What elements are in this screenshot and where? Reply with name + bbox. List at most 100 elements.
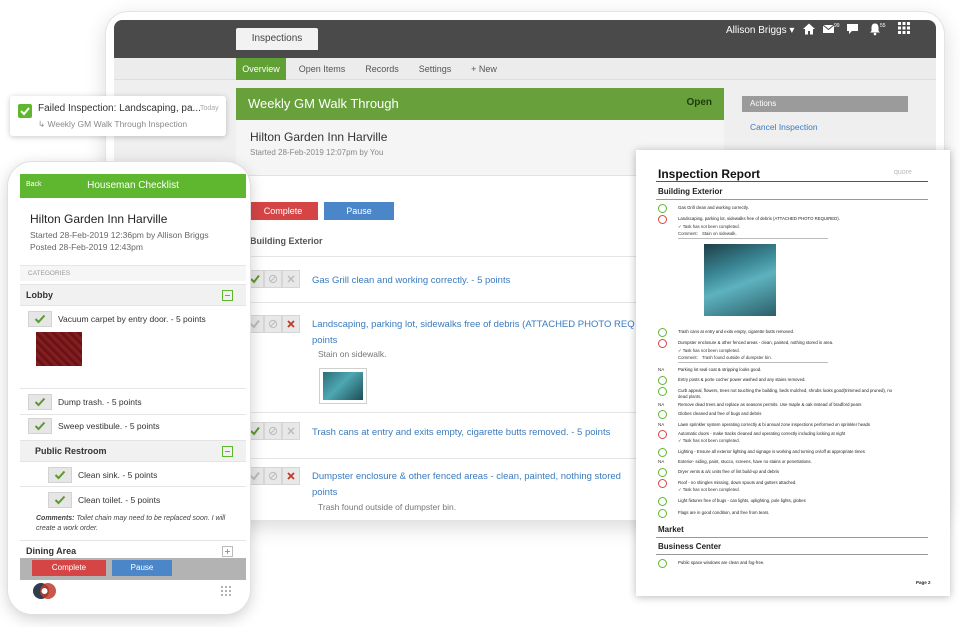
- check-icon[interactable]: [28, 394, 52, 410]
- divider: [20, 388, 246, 389]
- categories-label: CATEGORIES: [28, 270, 71, 277]
- pass-icon: [658, 204, 667, 213]
- mobile-device: Back Houseman Checklist Hilton Garden In…: [8, 162, 250, 614]
- report-row: Dryer vents & a/c units free of lint bui…: [658, 468, 928, 479]
- pass-icon: [658, 387, 667, 396]
- comment-label: Comments:: [36, 515, 75, 522]
- pass-icon: [658, 497, 667, 506]
- block-icon[interactable]: [264, 270, 282, 288]
- checklist-item[interactable]: Sweep vestibule. - 5 points: [58, 421, 160, 431]
- divider: [20, 414, 246, 415]
- x-icon[interactable]: [282, 422, 300, 440]
- block-icon[interactable]: [264, 467, 282, 485]
- report-row-text: Automatic doors - make tracks cleaned an…: [678, 431, 846, 436]
- check-icon[interactable]: [28, 311, 52, 327]
- checklist-item[interactable]: Clean sink. - 5 points: [78, 470, 157, 480]
- pass-icon: [658, 448, 667, 457]
- comment-text: Stain on sidewalk.: [702, 231, 737, 236]
- report-row: Entry posts & porte cocher power washed …: [658, 376, 928, 387]
- report-title: Inspection Report: [658, 167, 761, 181]
- block-icon[interactable]: [264, 315, 282, 333]
- grid-icon[interactable]: [220, 585, 232, 597]
- item-text[interactable]: Trash cans at entry and exits empty, cig…: [312, 425, 610, 440]
- comment-line: Comment: Trash found outside of dumpster …: [678, 355, 828, 363]
- report-row-text: Parking lot seal coat & stripping looks …: [678, 367, 762, 372]
- photo-thumbnail[interactable]: [320, 369, 366, 403]
- comment-label: Comment:: [678, 231, 698, 236]
- checklist-item[interactable]: Vacuum carpet by entry door. - 5 points: [58, 314, 206, 324]
- grid-icon[interactable]: [898, 22, 914, 38]
- started-line: Started 28-Feb-2019 12:36pm by Allison B…: [30, 230, 209, 240]
- app-logo-icon[interactable]: [32, 582, 56, 600]
- task-note: ✓ Task has not been completed.: [678, 438, 740, 443]
- report-row: Light fixtures free of bugs - can lights…: [658, 497, 928, 508]
- user-menu[interactable]: Allison Briggs ▾: [726, 25, 794, 36]
- app-tab-inspections[interactable]: Inspections: [236, 28, 318, 50]
- tab-records[interactable]: Records: [358, 58, 406, 80]
- check-icon[interactable]: [48, 467, 72, 483]
- tab-new[interactable]: + New: [464, 58, 504, 80]
- section-label: Dining Area: [26, 546, 77, 556]
- report-row-text: Flags are in good condition, and free fr…: [678, 510, 770, 515]
- item-state-buttons: [246, 422, 300, 440]
- pause-button[interactable]: Pause: [112, 560, 172, 576]
- started-line: Started 28-Feb-2019 12:07pm by You: [250, 148, 384, 157]
- location-name: Hilton Garden Inn Harville: [250, 130, 388, 144]
- complete-button[interactable]: Complete: [32, 560, 106, 576]
- task-note: ✓ Task has not been completed.: [678, 348, 740, 353]
- complete-button[interactable]: Complete: [248, 202, 318, 220]
- item-state-buttons: [246, 315, 300, 333]
- x-icon[interactable]: [282, 467, 300, 485]
- x-icon[interactable]: [282, 315, 300, 333]
- mobile-title: Houseman Checklist: [87, 180, 179, 191]
- report-row: Public space windows are clean and fog-f…: [658, 559, 928, 570]
- report-row-text: Trash cans at entry and exits empty, cig…: [678, 329, 795, 334]
- report-row-text: Lawn sprinkler system operating correctl…: [678, 422, 871, 427]
- section-lobby[interactable]: Lobby: [20, 284, 246, 306]
- section-public-restroom[interactable]: Public Restroom: [20, 440, 246, 462]
- tab-overview[interactable]: Overview: [236, 58, 286, 80]
- chat-icon[interactable]: [846, 22, 862, 38]
- mobile-bottom-bar: [20, 580, 246, 602]
- item-state-buttons: [246, 467, 300, 485]
- tab-open-items[interactable]: Open Items: [294, 58, 350, 80]
- checklist-item[interactable]: Dump trash. - 5 points: [58, 397, 142, 407]
- pause-button[interactable]: Pause: [324, 202, 394, 220]
- pass-icon: [658, 509, 667, 518]
- posted-line: Posted 28-Feb-2019 12:43pm: [30, 242, 143, 252]
- section-rule: [656, 199, 928, 200]
- report-row-text: Roof - no shingles missing, down spouts …: [678, 480, 797, 485]
- task-note: ✓ Task has not been completed.: [678, 224, 740, 229]
- checklist-item[interactable]: Clean toilet. - 5 points: [78, 495, 160, 505]
- sub-nav: Overview Open Items Records Settings + N…: [114, 58, 936, 80]
- section-dining-area[interactable]: Dining Area: [20, 540, 246, 560]
- item-text[interactable]: Gas Grill clean and working correctly. -…: [312, 273, 510, 288]
- minus-box-icon[interactable]: [222, 446, 233, 457]
- report-row-text: Exterior- siding, paint, stucco, screens…: [678, 459, 812, 464]
- report-row-text: Remove dead trees and replace as seasons…: [678, 402, 862, 407]
- comment-text: Comments: Toilet chain may need to be re…: [36, 514, 236, 534]
- notification-time: Today: [200, 105, 219, 112]
- location-name: Hilton Garden Inn Harville: [30, 212, 168, 226]
- report-row-text: Gas Grill clean and working correctly.: [678, 205, 749, 210]
- home-icon[interactable]: [802, 22, 818, 38]
- report-row: Flags are in good condition, and free fr…: [658, 509, 928, 520]
- tab-settings[interactable]: Settings: [412, 58, 458, 80]
- notification-card[interactable]: Failed Inspection: Landscaping, pa... ↳ …: [10, 96, 226, 136]
- section-rule: [656, 537, 928, 538]
- item-text[interactable]: Dumpster enclosure & other fenced areas …: [312, 469, 621, 484]
- x-icon[interactable]: [282, 270, 300, 288]
- section-rule: [656, 554, 928, 555]
- minus-box-icon[interactable]: [222, 290, 233, 301]
- item-text[interactable]: Landscaping, parking lot, sidewalks free…: [312, 317, 635, 332]
- plus-box-icon[interactable]: [222, 546, 233, 557]
- report-row-text: Landscaping, parking lot, sidewalks free…: [678, 216, 840, 221]
- comment-label: Comment:: [678, 355, 698, 360]
- check-icon[interactable]: [28, 418, 52, 434]
- check-icon[interactable]: [48, 492, 72, 508]
- divider: [20, 486, 246, 487]
- photo-thumbnail[interactable]: [36, 332, 82, 366]
- cancel-inspection-link[interactable]: Cancel Inspection: [750, 122, 818, 132]
- title-rule: [656, 181, 928, 182]
- block-icon[interactable]: [264, 422, 282, 440]
